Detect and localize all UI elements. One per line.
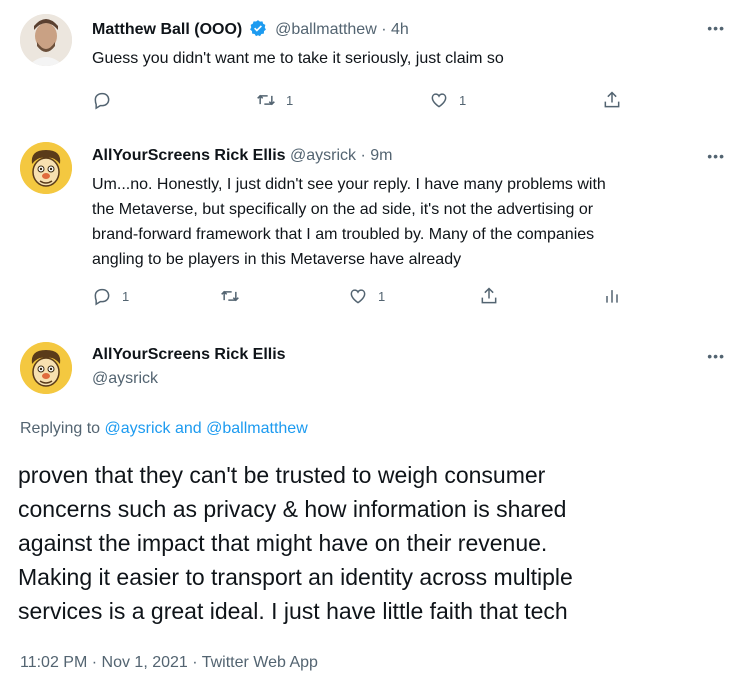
share-icon — [604, 91, 620, 108]
main-tweet-text-line: services is a great ideal. I just have l… — [18, 598, 568, 624]
like-button[interactable]: 1 — [348, 286, 385, 306]
retweet-icon — [257, 94, 275, 106]
tweet-actions: 1 1 — [92, 286, 632, 310]
author-handle[interactable]: @aysrick — [290, 147, 356, 164]
tweet-text-line: the Metaverse, but specifically on the a… — [92, 201, 594, 218]
main-tweet-text-line: concerns such as privacy & how informati… — [18, 496, 567, 522]
avatar[interactable] — [20, 342, 72, 394]
author-name[interactable]: Matthew Ball (OOO) — [92, 21, 242, 38]
main-author-handle[interactable]: @aysrick — [92, 370, 158, 388]
verified-badge-icon — [249, 20, 266, 37]
replying-to-link[interactable]: @aysrick — [105, 420, 171, 437]
like-count: 1 — [378, 288, 386, 304]
tweet-text: Um...no. Honestly, I just didn't see you… — [92, 172, 732, 272]
share-button[interactable] — [602, 90, 632, 110]
tweet-text-line: brand-forward framework that I am troubl… — [92, 226, 595, 243]
main-author-name[interactable]: AllYourScreens Rick Ellis — [92, 346, 286, 364]
analytics-button[interactable] — [602, 286, 632, 306]
like-heart-icon — [431, 93, 447, 108]
tweet-header: AllYourScreens Rick Ellis @aysrick · 9m — [92, 147, 393, 165]
separator: · — [360, 147, 366, 164]
main-tweet-text: proven that they can't be trusted to wei… — [18, 458, 728, 628]
tweet-timestamp[interactable]: 11:02 PM · Nov 1, 2021 · Twitter Web App — [20, 654, 318, 672]
reply-button[interactable] — [92, 90, 122, 110]
main-tweet-text-line: Making it easier to transport an identit… — [18, 564, 573, 590]
reply-button[interactable]: 1 — [92, 286, 129, 306]
tweet-time[interactable]: 9m — [370, 147, 392, 164]
analytics-bars-icon — [606, 290, 618, 303]
cartoon-face-avatar-icon — [20, 342, 72, 394]
retweet-icon — [221, 290, 239, 302]
separator: · — [381, 21, 387, 38]
cartoon-face-avatar-icon — [20, 142, 72, 194]
author-handle[interactable]: @ballmatthew — [275, 21, 377, 38]
retweet-count: 1 — [286, 92, 294, 108]
replying-to: Replying to @aysrick and @ballmatthew — [20, 420, 308, 438]
reply-icon — [94, 288, 110, 306]
more-options-button[interactable]: ••• — [707, 348, 725, 364]
like-button[interactable]: 1 — [429, 90, 466, 110]
replying-and: and — [174, 420, 202, 437]
main-tweet-text-line: proven that they can't be trusted to wei… — [18, 462, 546, 488]
more-options-button[interactable]: ••• — [707, 148, 725, 164]
avatar[interactable] — [20, 142, 72, 194]
avatar-photo-icon — [20, 14, 72, 66]
tweet-2[interactable]: AllYourScreens Rick Ellis @aysrick · 9m … — [0, 128, 745, 318]
retweet-button[interactable]: 1 — [256, 90, 293, 110]
tweet-text: Guess you didn't want me to take it seri… — [92, 50, 504, 67]
tweet-text-line: angling to be players in this Metaverse … — [92, 251, 462, 268]
tweet-actions: 1 1 — [92, 90, 632, 114]
reply-icon — [94, 92, 110, 110]
replying-to-link[interactable]: @ballmatthew — [206, 420, 308, 437]
tweet-1[interactable]: Matthew Ball (OOO) @ballmatthew · 4h •••… — [0, 0, 745, 128]
like-heart-icon — [350, 289, 366, 304]
reply-count: 1 — [122, 288, 130, 304]
like-count: 1 — [459, 92, 467, 108]
tweet-header: Matthew Ball (OOO) @ballmatthew · 4h — [92, 19, 409, 39]
author-name[interactable]: AllYourScreens Rick Ellis — [92, 147, 286, 164]
main-tweet-text-line: against the impact that might have on th… — [18, 530, 548, 556]
retweet-button[interactable] — [220, 286, 250, 306]
share-button[interactable] — [479, 286, 509, 306]
replying-prefix: Replying to — [20, 420, 101, 437]
share-icon — [481, 287, 497, 304]
avatar[interactable] — [20, 14, 72, 66]
tweet-time[interactable]: 4h — [391, 21, 409, 38]
more-options-button[interactable]: ••• — [707, 20, 725, 36]
tweet-text-line: Um...no. Honestly, I just didn't see you… — [92, 176, 606, 193]
